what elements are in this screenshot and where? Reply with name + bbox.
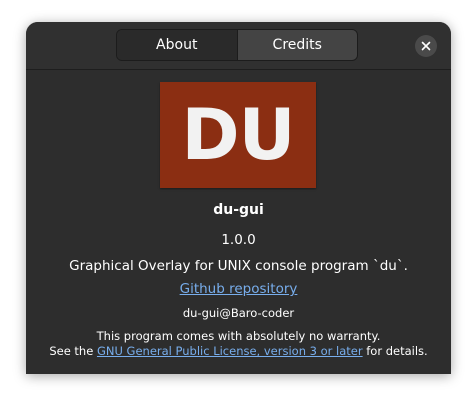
license-line: See the GNU General Public License, vers…	[26, 344, 451, 358]
header-bar: About Credits	[26, 22, 451, 70]
app-name: du-gui	[213, 202, 264, 218]
about-dialog: About Credits DU du-gui 1.0.0 Graphical …	[26, 22, 451, 374]
website-link[interactable]: Github repository	[180, 281, 298, 297]
close-icon	[421, 41, 431, 51]
license-warranty: This program comes with absolutely no wa…	[96, 329, 381, 343]
app-logo-text: DU	[181, 94, 296, 176]
app-version: 1.0.0	[221, 232, 256, 248]
license-suffix: for details.	[362, 344, 428, 358]
website-row: Github repository	[26, 281, 451, 297]
license-link[interactable]: GNU General Public License, version 3 or…	[97, 344, 363, 358]
app-logo: DU	[160, 82, 316, 188]
tab-credits[interactable]: Credits	[236, 30, 357, 60]
tab-about[interactable]: About	[117, 30, 237, 60]
app-comments: Graphical Overlay for UNIX console progr…	[69, 258, 408, 274]
close-button[interactable]	[415, 35, 437, 57]
license-prefix: See the	[49, 344, 97, 358]
copyright: du-gui@Baro-coder	[182, 306, 295, 320]
tab-switcher: About Credits	[116, 29, 358, 61]
